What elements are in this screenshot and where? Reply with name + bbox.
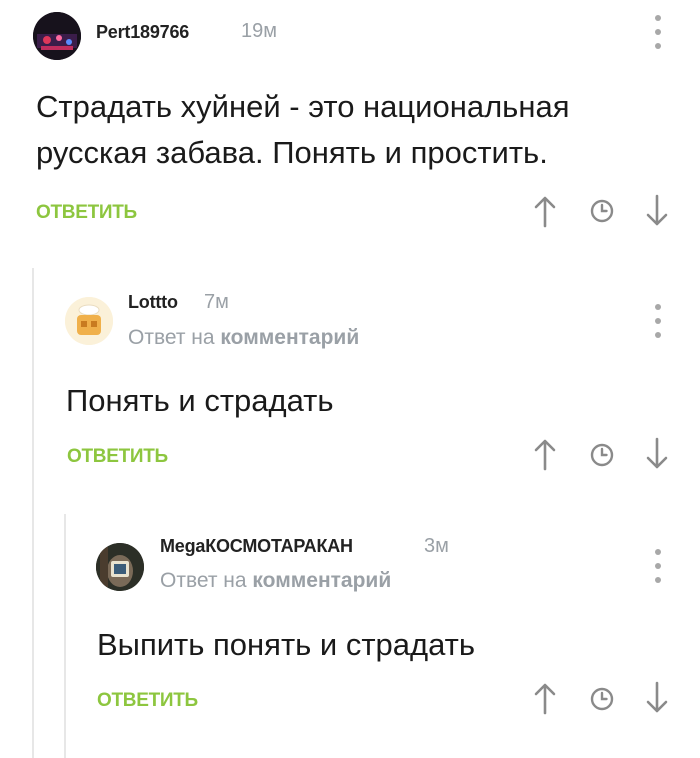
comment-author[interactable]: Lottto: [128, 292, 178, 313]
arrow-up-icon[interactable]: [533, 681, 557, 715]
avatar[interactable]: [65, 297, 113, 345]
user-photo-avatar-icon: [96, 543, 144, 591]
reply-reference-link[interactable]: комментарий: [252, 569, 391, 592]
more-options-icon[interactable]: [650, 304, 666, 338]
comment-text-line: Выпить понять и страдать: [97, 627, 476, 662]
comment-author[interactable]: MegaКОСМОТАРАКАН: [160, 536, 353, 557]
cartoon-avatar-icon: [65, 297, 113, 345]
reply-reference-prefix: Ответ на: [160, 569, 253, 592]
comment-text: Понять и страдать: [66, 378, 334, 424]
reply-reference-prefix: Ответ на: [128, 326, 221, 349]
reply-button[interactable]: ОТВЕТИТЬ: [67, 446, 168, 468]
comment-time: 7м: [204, 291, 229, 313]
more-options-icon[interactable]: [650, 549, 666, 583]
arrow-down-icon[interactable]: [645, 194, 669, 228]
reply-button[interactable]: ОТВЕТИТЬ: [97, 690, 198, 712]
reply-reference[interactable]: Ответ на комментарий: [128, 326, 359, 350]
comment-time: 19м: [241, 20, 277, 42]
avatar[interactable]: [96, 543, 144, 591]
thread-line-level-2: [64, 514, 66, 758]
comment-text-line: Понять и страдать: [66, 383, 334, 418]
arrow-down-icon[interactable]: [645, 437, 669, 471]
reply-reference-link[interactable]: комментарий: [220, 326, 359, 349]
clock-icon[interactable]: [590, 199, 614, 223]
comment-text: Страдать хуйней - это национальная русск…: [36, 84, 569, 176]
comment-author[interactable]: Pert189766: [96, 22, 189, 43]
avatar[interactable]: [33, 12, 81, 60]
comment-time: 3м: [424, 535, 449, 557]
arrow-up-icon[interactable]: [533, 194, 557, 228]
reply-button[interactable]: ОТВЕТИТЬ: [36, 202, 137, 224]
arrow-up-icon[interactable]: [533, 437, 557, 471]
user-photo-avatar-icon: [33, 12, 81, 60]
comment-text-line: русская забава. Понять и простить.: [36, 135, 548, 170]
arrow-down-icon[interactable]: [645, 681, 669, 715]
clock-icon[interactable]: [590, 687, 614, 711]
clock-icon[interactable]: [590, 443, 614, 467]
comment-text: Выпить понять и страдать: [97, 622, 475, 668]
more-options-icon[interactable]: [650, 15, 666, 49]
thread-line-level-1: [32, 268, 34, 758]
comment-text-line: Страдать хуйней - это национальная: [36, 89, 570, 124]
reply-reference[interactable]: Ответ на комментарий: [160, 569, 391, 593]
